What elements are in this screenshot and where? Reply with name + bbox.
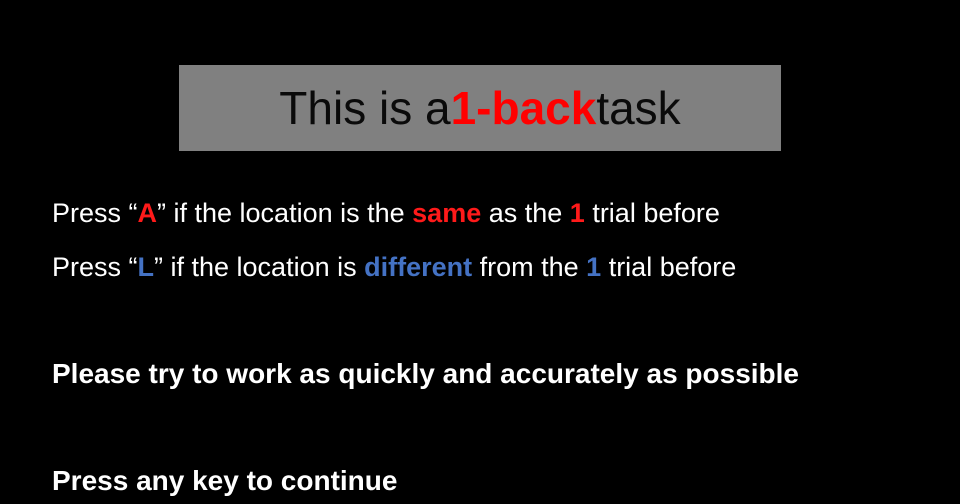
instruction-different-text-4: trial before: [601, 252, 737, 282]
instruction-different-text-1: Press “: [52, 252, 138, 282]
continue-prompt: Press any key to continue: [52, 465, 398, 496]
instruction-same: Press “A” if the location is the same as…: [52, 198, 720, 229]
title-highlight: 1-back: [450, 82, 597, 134]
instruction-different-text-3: from the: [472, 252, 587, 282]
title-prefix: This is a: [279, 82, 451, 134]
task-title-banner: This is a 1-back task: [179, 65, 781, 151]
same-n-number: 1: [569, 198, 585, 228]
key-a-label: A: [137, 198, 158, 228]
same-keyword: same: [412, 198, 482, 228]
different-n-number: 1: [586, 252, 602, 282]
instruction-same-text-4: trial before: [584, 198, 720, 228]
different-keyword: different: [364, 252, 473, 282]
instruction-same-text-1: Press “: [52, 198, 138, 228]
title-suffix: task: [596, 82, 681, 134]
instruction-same-text-2: ” if the location is the: [157, 198, 413, 228]
instruction-same-text-3: as the: [481, 198, 570, 228]
speed-accuracy-note: Please try to work as quickly and accura…: [52, 358, 800, 389]
instruction-different: Press “L” if the location is different f…: [52, 252, 736, 283]
key-l-label: L: [137, 252, 155, 282]
instruction-different-text-2: ” if the location is: [154, 252, 365, 282]
